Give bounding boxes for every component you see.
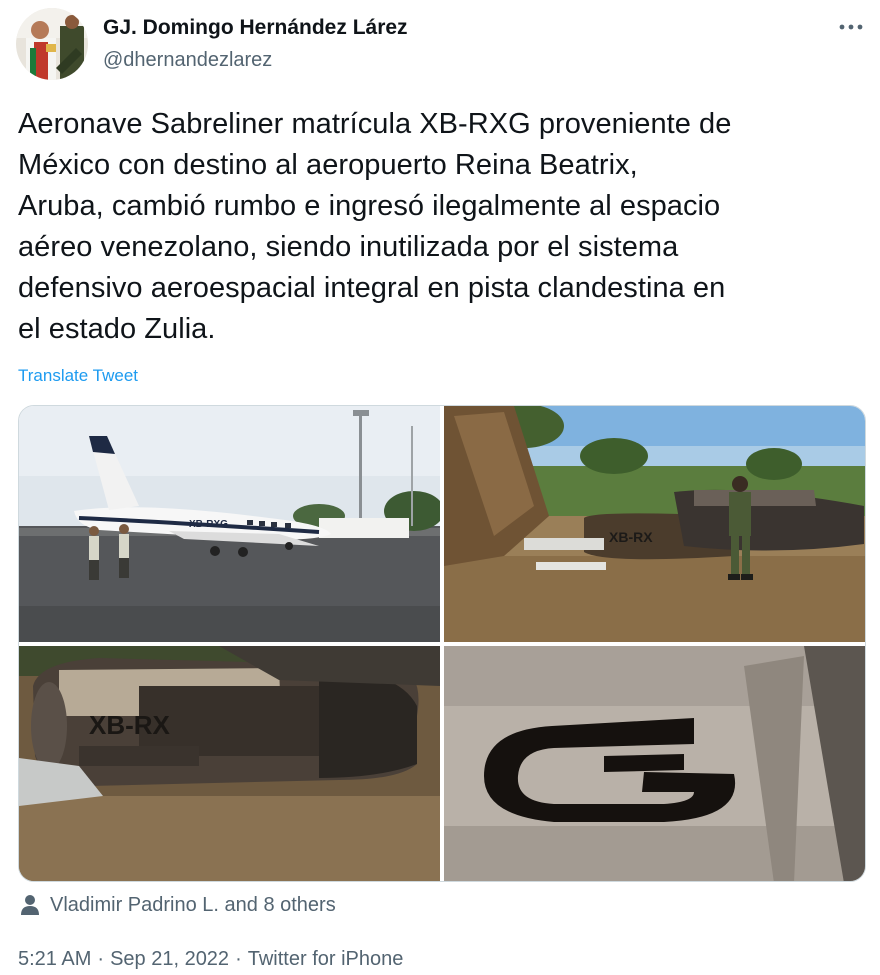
photo-burned-engine[interactable]: XB-RX	[19, 646, 440, 881]
separator: ·	[97, 948, 105, 970]
tweet-author: GJ. Domingo Hernández Lárez @dhernandezl…	[103, 14, 408, 76]
person-icon	[21, 895, 39, 915]
tweet-time[interactable]: 5:21 AM	[18, 946, 91, 972]
tweet-date[interactable]: Sep 21, 2022	[110, 946, 229, 972]
separator: ·	[235, 948, 242, 970]
likes-text: Vladimir Padrino L. and 8 others	[50, 894, 336, 916]
author-display-name[interactable]: GJ. Domingo Hernández Lárez	[103, 14, 408, 42]
photo-plane-on-tarmac[interactable]: XB-RXG	[19, 406, 440, 642]
photo-2-registration: XB-RX	[609, 529, 653, 545]
media-grid: XB-RXG XB-RX XB-RX	[18, 405, 866, 882]
translate-tweet-link[interactable]: Translate Tweet	[18, 364, 138, 388]
tweet-metadata: 5:21 AM · Sep 21, 2022 · Twitter for iPh…	[18, 946, 403, 972]
photo-wreck-with-soldier[interactable]: XB-RX	[444, 406, 865, 642]
photo-3-registration: XB-RX	[89, 710, 171, 740]
photo-1-registration: XB-RXG	[189, 519, 228, 530]
more-options-button[interactable]	[836, 14, 866, 40]
author-handle[interactable]: @dhernandezlarez	[103, 44, 408, 76]
avatar[interactable]	[16, 8, 88, 80]
likes-summary[interactable]: Vladimir Padrino L. and 8 others	[20, 892, 336, 918]
tweet-source[interactable]: Twitter for iPhone	[248, 946, 404, 972]
photo-closeup-letter[interactable]	[444, 646, 865, 881]
tweet-text: Aeronave Sabreliner matrícula XB-RXG pro…	[18, 108, 732, 345]
more-options-icon	[839, 24, 863, 30]
